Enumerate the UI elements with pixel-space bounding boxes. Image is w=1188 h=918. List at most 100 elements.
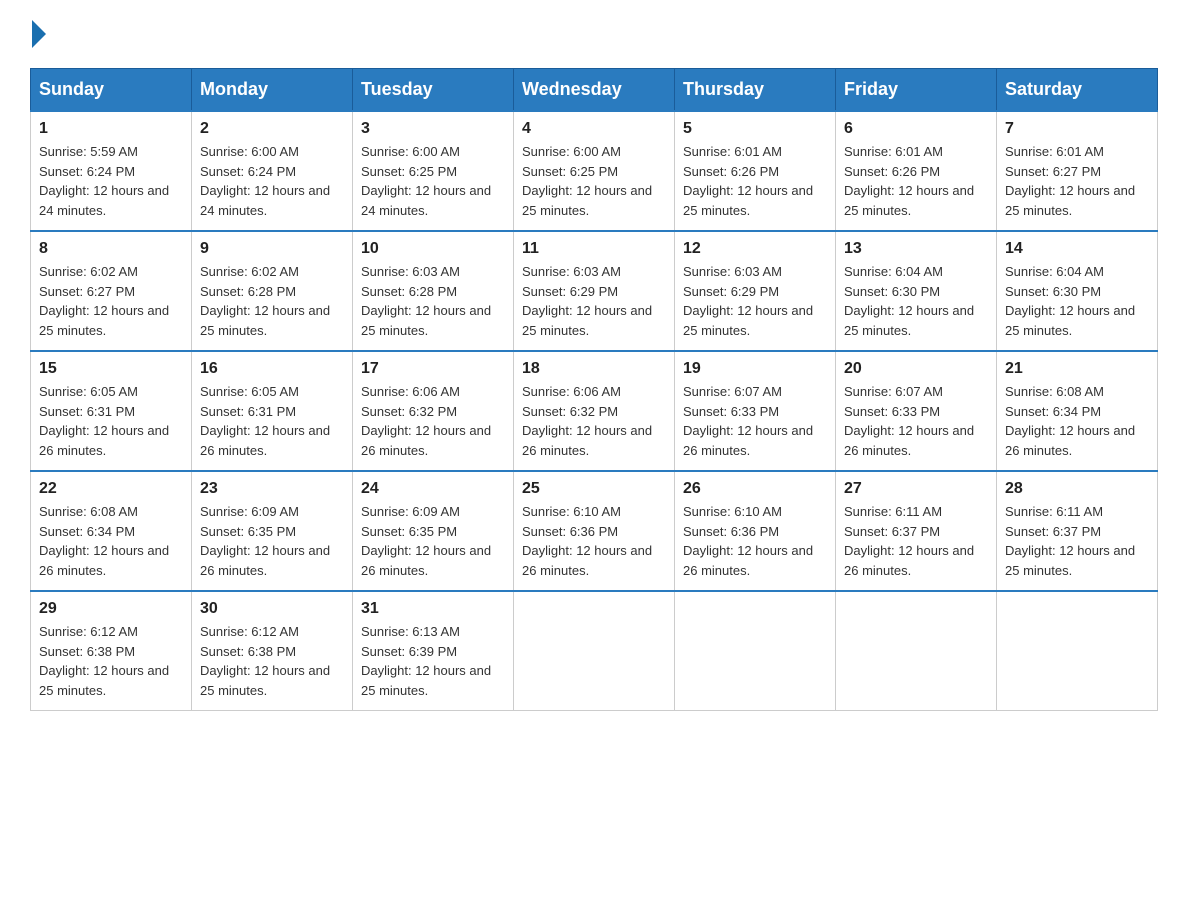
header-monday: Monday bbox=[192, 69, 353, 112]
day-number: 29 bbox=[39, 600, 183, 618]
page-header bbox=[30, 20, 1158, 48]
day-number: 22 bbox=[39, 480, 183, 498]
calendar-cell: 29 Sunrise: 6:12 AMSunset: 6:38 PMDaylig… bbox=[31, 591, 192, 711]
day-number: 30 bbox=[200, 600, 344, 618]
day-number: 1 bbox=[39, 120, 183, 138]
day-info: Sunrise: 6:07 AMSunset: 6:33 PMDaylight:… bbox=[683, 382, 827, 460]
header-sunday: Sunday bbox=[31, 69, 192, 112]
day-info: Sunrise: 6:01 AMSunset: 6:26 PMDaylight:… bbox=[844, 142, 988, 220]
header-wednesday: Wednesday bbox=[514, 69, 675, 112]
day-number: 19 bbox=[683, 360, 827, 378]
calendar-cell: 4 Sunrise: 6:00 AMSunset: 6:25 PMDayligh… bbox=[514, 111, 675, 231]
day-info: Sunrise: 6:01 AMSunset: 6:27 PMDaylight:… bbox=[1005, 142, 1149, 220]
day-info: Sunrise: 6:08 AMSunset: 6:34 PMDaylight:… bbox=[39, 502, 183, 580]
week-row-3: 15 Sunrise: 6:05 AMSunset: 6:31 PMDaylig… bbox=[31, 351, 1158, 471]
calendar-cell: 5 Sunrise: 6:01 AMSunset: 6:26 PMDayligh… bbox=[675, 111, 836, 231]
header-thursday: Thursday bbox=[675, 69, 836, 112]
calendar-cell: 8 Sunrise: 6:02 AMSunset: 6:27 PMDayligh… bbox=[31, 231, 192, 351]
day-number: 5 bbox=[683, 120, 827, 138]
calendar-cell: 6 Sunrise: 6:01 AMSunset: 6:26 PMDayligh… bbox=[836, 111, 997, 231]
day-number: 16 bbox=[200, 360, 344, 378]
week-row-2: 8 Sunrise: 6:02 AMSunset: 6:27 PMDayligh… bbox=[31, 231, 1158, 351]
header-friday: Friday bbox=[836, 69, 997, 112]
day-info: Sunrise: 5:59 AMSunset: 6:24 PMDaylight:… bbox=[39, 142, 183, 220]
day-info: Sunrise: 6:03 AMSunset: 6:28 PMDaylight:… bbox=[361, 262, 505, 340]
day-info: Sunrise: 6:05 AMSunset: 6:31 PMDaylight:… bbox=[200, 382, 344, 460]
day-info: Sunrise: 6:12 AMSunset: 6:38 PMDaylight:… bbox=[200, 622, 344, 700]
day-number: 8 bbox=[39, 240, 183, 258]
day-number: 28 bbox=[1005, 480, 1149, 498]
day-info: Sunrise: 6:02 AMSunset: 6:27 PMDaylight:… bbox=[39, 262, 183, 340]
day-number: 9 bbox=[200, 240, 344, 258]
day-info: Sunrise: 6:06 AMSunset: 6:32 PMDaylight:… bbox=[522, 382, 666, 460]
day-number: 17 bbox=[361, 360, 505, 378]
calendar-cell: 2 Sunrise: 6:00 AMSunset: 6:24 PMDayligh… bbox=[192, 111, 353, 231]
calendar-cell: 18 Sunrise: 6:06 AMSunset: 6:32 PMDaylig… bbox=[514, 351, 675, 471]
logo bbox=[30, 20, 48, 48]
day-info: Sunrise: 6:05 AMSunset: 6:31 PMDaylight:… bbox=[39, 382, 183, 460]
calendar-cell: 27 Sunrise: 6:11 AMSunset: 6:37 PMDaylig… bbox=[836, 471, 997, 591]
calendar-cell: 28 Sunrise: 6:11 AMSunset: 6:37 PMDaylig… bbox=[997, 471, 1158, 591]
calendar-header-row: SundayMondayTuesdayWednesdayThursdayFrid… bbox=[31, 69, 1158, 112]
day-number: 6 bbox=[844, 120, 988, 138]
calendar-cell: 1 Sunrise: 5:59 AMSunset: 6:24 PMDayligh… bbox=[31, 111, 192, 231]
day-info: Sunrise: 6:11 AMSunset: 6:37 PMDaylight:… bbox=[1005, 502, 1149, 580]
day-number: 25 bbox=[522, 480, 666, 498]
day-number: 11 bbox=[522, 240, 666, 258]
day-info: Sunrise: 6:00 AMSunset: 6:24 PMDaylight:… bbox=[200, 142, 344, 220]
header-tuesday: Tuesday bbox=[353, 69, 514, 112]
calendar-cell: 25 Sunrise: 6:10 AMSunset: 6:36 PMDaylig… bbox=[514, 471, 675, 591]
day-info: Sunrise: 6:13 AMSunset: 6:39 PMDaylight:… bbox=[361, 622, 505, 700]
calendar-cell: 14 Sunrise: 6:04 AMSunset: 6:30 PMDaylig… bbox=[997, 231, 1158, 351]
day-info: Sunrise: 6:04 AMSunset: 6:30 PMDaylight:… bbox=[1005, 262, 1149, 340]
day-number: 24 bbox=[361, 480, 505, 498]
calendar-cell: 21 Sunrise: 6:08 AMSunset: 6:34 PMDaylig… bbox=[997, 351, 1158, 471]
calendar-cell: 19 Sunrise: 6:07 AMSunset: 6:33 PMDaylig… bbox=[675, 351, 836, 471]
calendar-cell: 30 Sunrise: 6:12 AMSunset: 6:38 PMDaylig… bbox=[192, 591, 353, 711]
day-number: 27 bbox=[844, 480, 988, 498]
calendar-cell: 10 Sunrise: 6:03 AMSunset: 6:28 PMDaylig… bbox=[353, 231, 514, 351]
calendar-cell: 13 Sunrise: 6:04 AMSunset: 6:30 PMDaylig… bbox=[836, 231, 997, 351]
calendar-cell: 15 Sunrise: 6:05 AMSunset: 6:31 PMDaylig… bbox=[31, 351, 192, 471]
calendar-cell bbox=[675, 591, 836, 711]
day-number: 7 bbox=[1005, 120, 1149, 138]
header-saturday: Saturday bbox=[997, 69, 1158, 112]
calendar-cell: 23 Sunrise: 6:09 AMSunset: 6:35 PMDaylig… bbox=[192, 471, 353, 591]
calendar-cell: 31 Sunrise: 6:13 AMSunset: 6:39 PMDaylig… bbox=[353, 591, 514, 711]
day-info: Sunrise: 6:09 AMSunset: 6:35 PMDaylight:… bbox=[200, 502, 344, 580]
calendar-cell: 24 Sunrise: 6:09 AMSunset: 6:35 PMDaylig… bbox=[353, 471, 514, 591]
day-number: 26 bbox=[683, 480, 827, 498]
calendar-cell: 16 Sunrise: 6:05 AMSunset: 6:31 PMDaylig… bbox=[192, 351, 353, 471]
day-number: 21 bbox=[1005, 360, 1149, 378]
day-number: 2 bbox=[200, 120, 344, 138]
day-info: Sunrise: 6:00 AMSunset: 6:25 PMDaylight:… bbox=[522, 142, 666, 220]
day-number: 12 bbox=[683, 240, 827, 258]
day-number: 18 bbox=[522, 360, 666, 378]
week-row-5: 29 Sunrise: 6:12 AMSunset: 6:38 PMDaylig… bbox=[31, 591, 1158, 711]
day-number: 14 bbox=[1005, 240, 1149, 258]
day-info: Sunrise: 6:06 AMSunset: 6:32 PMDaylight:… bbox=[361, 382, 505, 460]
day-info: Sunrise: 6:10 AMSunset: 6:36 PMDaylight:… bbox=[683, 502, 827, 580]
day-info: Sunrise: 6:03 AMSunset: 6:29 PMDaylight:… bbox=[683, 262, 827, 340]
day-info: Sunrise: 6:03 AMSunset: 6:29 PMDaylight:… bbox=[522, 262, 666, 340]
calendar-cell: 7 Sunrise: 6:01 AMSunset: 6:27 PMDayligh… bbox=[997, 111, 1158, 231]
day-info: Sunrise: 6:00 AMSunset: 6:25 PMDaylight:… bbox=[361, 142, 505, 220]
day-info: Sunrise: 6:12 AMSunset: 6:38 PMDaylight:… bbox=[39, 622, 183, 700]
logo-text bbox=[30, 20, 48, 48]
day-info: Sunrise: 6:07 AMSunset: 6:33 PMDaylight:… bbox=[844, 382, 988, 460]
calendar-cell: 20 Sunrise: 6:07 AMSunset: 6:33 PMDaylig… bbox=[836, 351, 997, 471]
day-info: Sunrise: 6:09 AMSunset: 6:35 PMDaylight:… bbox=[361, 502, 505, 580]
calendar-cell: 3 Sunrise: 6:00 AMSunset: 6:25 PMDayligh… bbox=[353, 111, 514, 231]
day-info: Sunrise: 6:10 AMSunset: 6:36 PMDaylight:… bbox=[522, 502, 666, 580]
day-number: 3 bbox=[361, 120, 505, 138]
calendar-cell bbox=[514, 591, 675, 711]
logo-triangle-icon bbox=[32, 20, 46, 48]
calendar-cell: 22 Sunrise: 6:08 AMSunset: 6:34 PMDaylig… bbox=[31, 471, 192, 591]
day-info: Sunrise: 6:11 AMSunset: 6:37 PMDaylight:… bbox=[844, 502, 988, 580]
day-number: 4 bbox=[522, 120, 666, 138]
calendar-cell: 12 Sunrise: 6:03 AMSunset: 6:29 PMDaylig… bbox=[675, 231, 836, 351]
calendar-cell: 11 Sunrise: 6:03 AMSunset: 6:29 PMDaylig… bbox=[514, 231, 675, 351]
calendar-cell bbox=[836, 591, 997, 711]
day-info: Sunrise: 6:08 AMSunset: 6:34 PMDaylight:… bbox=[1005, 382, 1149, 460]
day-number: 20 bbox=[844, 360, 988, 378]
